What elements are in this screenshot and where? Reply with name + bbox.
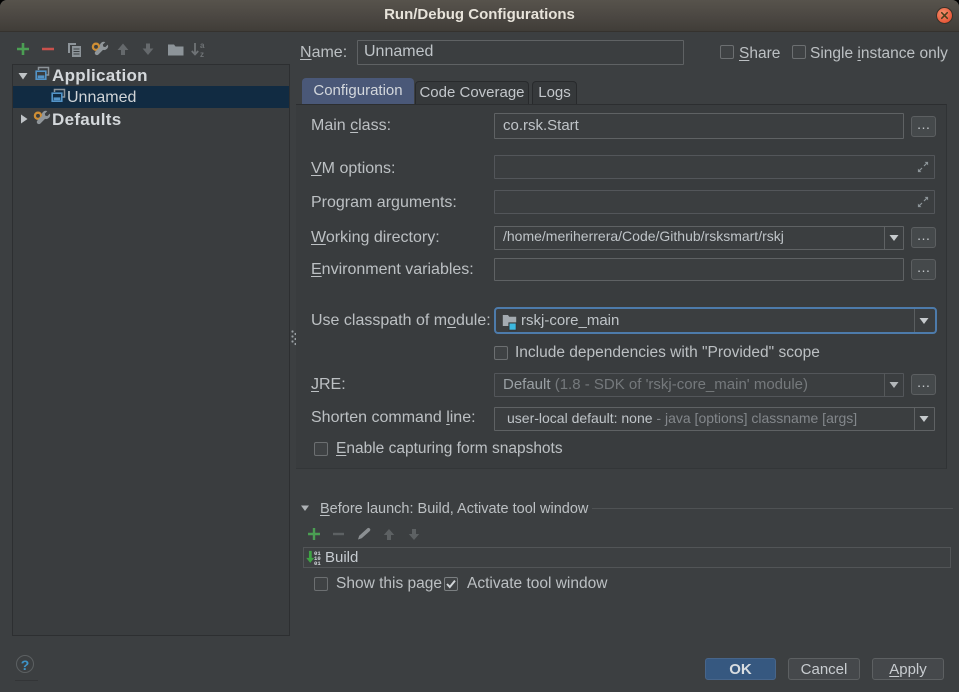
svg-text:01: 01 <box>314 560 321 567</box>
svg-text:z: z <box>200 50 204 59</box>
svg-text:a: a <box>200 41 205 50</box>
